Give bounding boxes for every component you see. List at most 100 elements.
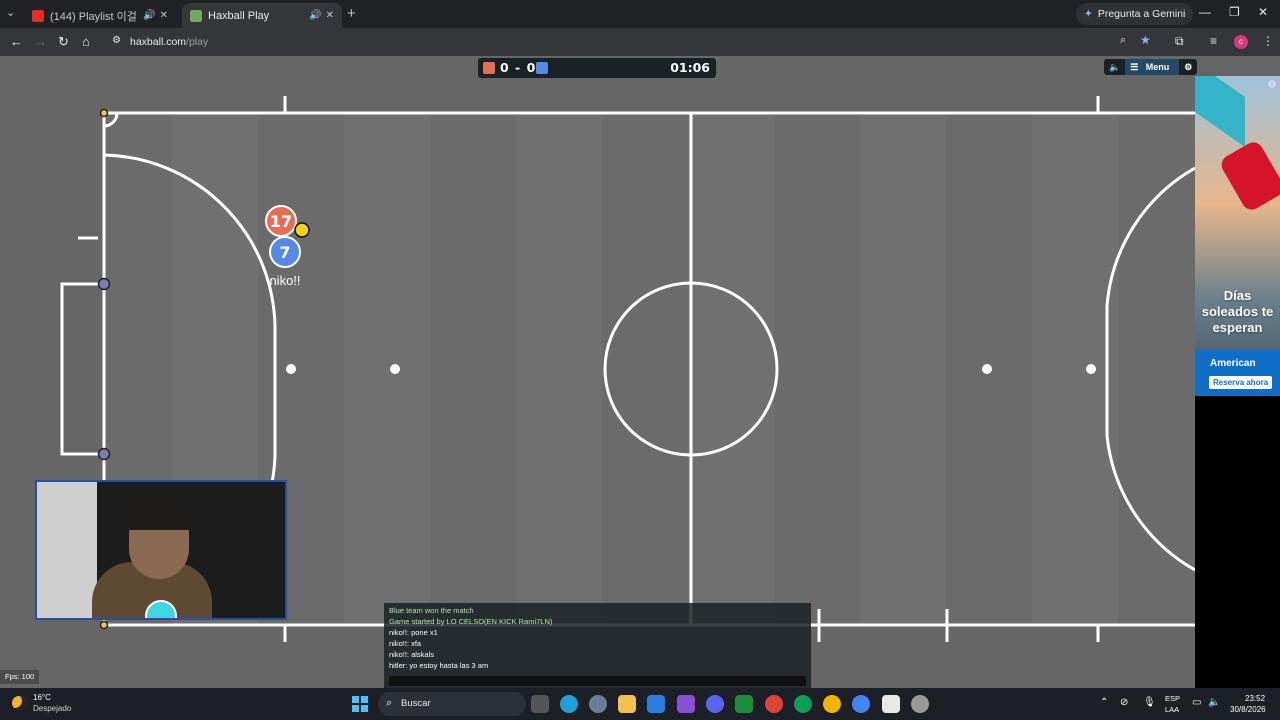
close-tab-icon[interactable]: ✕: [160, 10, 168, 21]
penalty-spot: [1086, 364, 1096, 374]
menu-button[interactable]: ☰ Menu: [1125, 59, 1180, 75]
volume-icon[interactable]: 🔈: [1208, 697, 1220, 708]
tray-chevron-icon[interactable]: ⌃: [1100, 697, 1108, 708]
ad-brand-banner: [1195, 350, 1280, 396]
chat-message: Game started by LO CELSO(EN KICK Rami7LN…: [389, 617, 553, 626]
restore-icon[interactable]: ❐: [1229, 5, 1240, 19]
taskbar: 16°C Despejado ⌕ Buscar ⌃ ⊘ 🎙 ESP LAA ▭ …: [0, 688, 1280, 720]
chat-message: niko!!: xfa: [389, 639, 422, 648]
tab-search-chevron-icon[interactable]: ⌄: [6, 6, 15, 19]
clock-date[interactable]: 30/8/2026: [1230, 705, 1266, 714]
corner-flag: [99, 108, 109, 118]
discord-icon[interactable]: [706, 695, 724, 713]
chrome-profile-icon[interactable]: [794, 695, 812, 713]
home-icon[interactable]: ⌂: [82, 34, 90, 49]
sound-toggle-icon[interactable]: 🔈: [1104, 59, 1125, 75]
speaker-icon[interactable]: 🔊: [309, 10, 321, 21]
edge-icon[interactable]: [560, 695, 578, 713]
chrome-profile-icon[interactable]: [823, 695, 841, 713]
back-icon[interactable]: ←: [10, 34, 23, 49]
youtube-favicon-icon: [32, 9, 44, 22]
speaker-icon[interactable]: 🔊: [143, 10, 155, 21]
windows-start-icon[interactable]: [352, 696, 368, 712]
bookmark-star-icon[interactable]: ★: [1140, 33, 1151, 47]
fps-counter: Fps: 100: [0, 670, 40, 684]
blue-player: 7 niko!!: [269, 236, 301, 288]
weather-temperature: 16°C: [33, 693, 51, 702]
chrome-icon[interactable]: [765, 695, 783, 713]
settings-gear-icon[interactable]: ⚙: [1179, 59, 1197, 75]
tab-youtube[interactable]: (144) Playlist 이걸 안듣는 니 🔊 ✕: [24, 3, 176, 28]
display-icon[interactable]: ▭: [1192, 697, 1201, 708]
ad-shape: [1195, 76, 1245, 148]
ad-headline: Días soleados te esperan: [1201, 288, 1274, 335]
chat-box: Blue team won the match Game started by …: [384, 603, 811, 688]
microphone-icon[interactable]: 🎙: [1143, 697, 1156, 708]
extensions-icon[interactable]: ⧉: [1175, 34, 1184, 49]
address-bar[interactable]: ⚙ haxball.com/play ⌕ ★: [104, 31, 1151, 53]
minimize-icon[interactable]: —: [1199, 5, 1211, 19]
advertisement[interactable]: Días soleados te esperan American Reserv…: [1195, 76, 1280, 396]
reload-icon[interactable]: ↻: [58, 34, 69, 50]
tab-title: Haxball Play: [208, 9, 270, 22]
ad-empty-space: [1195, 396, 1280, 688]
webcam-background-wall: [37, 482, 97, 618]
new-tab-icon[interactable]: +: [347, 5, 356, 22]
gemini-button[interactable]: ✦ Pregunta a Gemini: [1076, 3, 1194, 25]
taskbar-search[interactable]: ⌕ Buscar: [378, 692, 526, 716]
browser-toolbar: ← → ↻ ⌂ ⚙ haxball.com/play ⌕ ★ ⧉ ≡ c ⋮: [0, 28, 1280, 56]
ball: [294, 222, 310, 238]
ad-shape: [1218, 138, 1280, 214]
match-timer: 01:06: [670, 60, 710, 75]
zoom-icon[interactable]: ⌕: [1120, 34, 1126, 47]
ad-close-icon[interactable]: [1268, 80, 1276, 88]
clock-time[interactable]: 23:52: [1245, 694, 1265, 703]
tab-haxball[interactable]: Haxball Play 🔊 ✕: [182, 3, 342, 28]
red-player: 17: [265, 205, 297, 237]
goal-post: [97, 447, 111, 461]
menu-label: Menu: [1145, 62, 1170, 72]
scoreboard: 0 - 0 01:06: [478, 58, 716, 78]
task-view-icon[interactable]: [531, 695, 549, 713]
media-control-icon[interactable]: ≡: [1210, 34, 1217, 48]
webcam-overlay: [35, 480, 287, 620]
red-player-number: 17: [270, 212, 292, 231]
haxball-page: 17 7 niko!! 0 - 0 01:06 🔈 ☰ Menu ⚙ Días …: [0, 56, 1280, 688]
chrome-profile-icon[interactable]: [852, 695, 870, 713]
url-text[interactable]: haxball.com/play: [130, 36, 208, 48]
language-indicator[interactable]: ESP: [1165, 694, 1180, 703]
chat-input[interactable]: [389, 676, 806, 686]
search-icon: ⌕: [386, 697, 393, 709]
tab-title: (144) Playlist 이걸 안듣는 니: [50, 10, 139, 23]
penalty-spot: [286, 364, 296, 374]
chat-message: hitler: yo estoy hasta las 3 am: [389, 661, 489, 670]
excel-icon[interactable]: [735, 695, 753, 713]
blue-team-indicator: [536, 62, 548, 74]
profile-avatar[interactable]: c: [1234, 35, 1248, 49]
ad-cta-button[interactable]: Reserva ahora: [1209, 376, 1273, 389]
close-tab-icon[interactable]: ✕: [326, 10, 334, 21]
network-off-icon[interactable]: ⊘: [1120, 697, 1128, 708]
app-icon[interactable]: [677, 695, 695, 713]
penalty-spot: [390, 364, 400, 374]
moon-icon: [12, 696, 26, 710]
search-label: Buscar: [401, 698, 431, 709]
settings-app-icon[interactable]: [589, 695, 607, 713]
store-app-icon[interactable]: [647, 695, 665, 713]
more-menu-icon[interactable]: ⋮: [1262, 34, 1274, 48]
penalty-spot: [982, 364, 992, 374]
close-window-icon[interactable]: ✕: [1258, 5, 1268, 19]
keyboard-layout[interactable]: LAA: [1165, 705, 1179, 714]
forward-icon[interactable]: →: [34, 34, 47, 49]
corner-flag: [99, 620, 109, 630]
tab-strip: ⌄ (144) Playlist 이걸 안듣는 니 🔊 ✕ Haxball Pl…: [0, 0, 1280, 28]
gemini-sparkle-icon: ✦: [1084, 8, 1093, 20]
obs-icon[interactable]: [911, 695, 929, 713]
file-explorer-icon[interactable]: [618, 695, 636, 713]
chat-message: niko!!: alskals: [389, 650, 435, 659]
chat-message: Blue team won the match: [389, 606, 474, 615]
site-info-icon[interactable]: ⚙: [112, 35, 121, 46]
microsoft-store-icon[interactable]: [882, 695, 900, 713]
webcam-person-hair: [125, 496, 193, 530]
red-team-indicator: [483, 62, 495, 74]
